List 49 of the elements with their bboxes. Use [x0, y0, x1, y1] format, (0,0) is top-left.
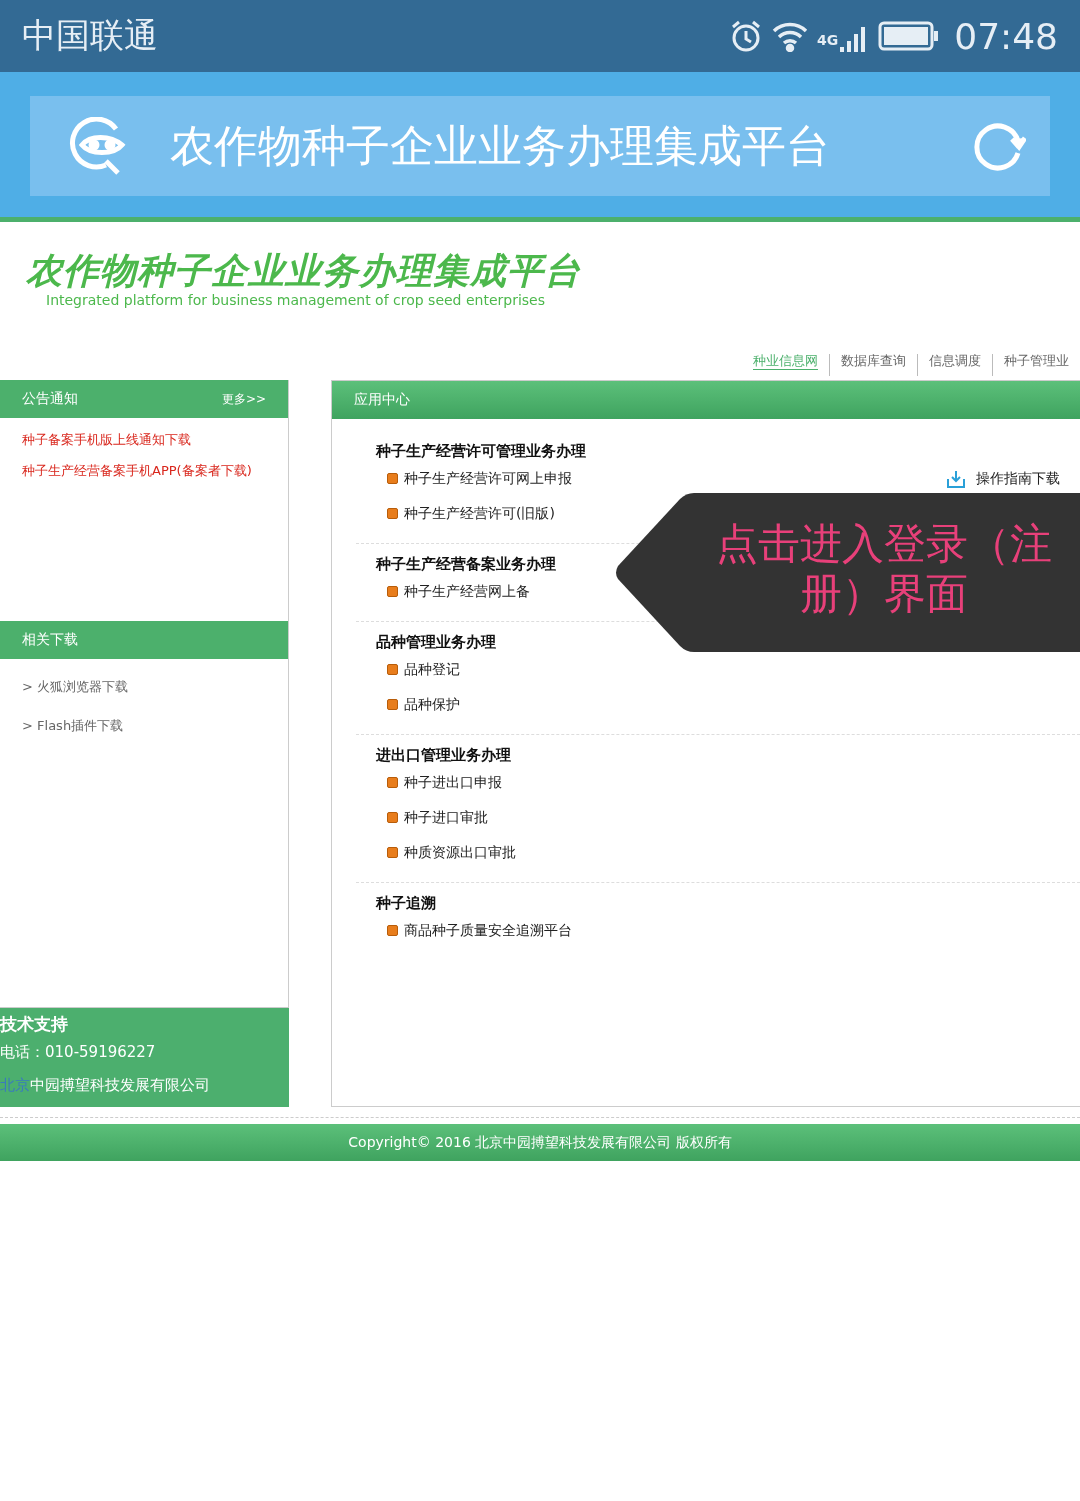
- nav-link[interactable]: 种子管理业: [992, 354, 1080, 376]
- panel-title: 应用中心: [332, 381, 1080, 419]
- notice-link[interactable]: 种子备案手机版上线通知下载: [22, 424, 266, 455]
- bullet-icon: [387, 699, 398, 710]
- logo-subtitle: Integrated platform for business management of crop seed enterprises: [46, 292, 547, 308]
- section-title: 进出口管理业务办理: [376, 745, 512, 765]
- alarm-icon: [729, 19, 763, 53]
- guide-download-link[interactable]: 操作指南下载: [946, 468, 1060, 489]
- download-link[interactable]: > Flash插件下载: [22, 706, 266, 745]
- app-title: 农作物种子企业业务办理集成平台: [170, 118, 831, 173]
- bullet-icon: [387, 925, 398, 936]
- service-link[interactable]: 商品种子质量安全追溯平台: [404, 921, 572, 940]
- carrier-name: 中国联通: [22, 14, 158, 57]
- bullet-icon: [387, 847, 398, 858]
- service-link[interactable]: 品种登记: [404, 660, 460, 679]
- nav-link[interactable]: 信息调度: [917, 354, 992, 376]
- service-link[interactable]: 种子生产经营网上备: [404, 582, 530, 601]
- panel-title: 公告通知: [22, 390, 78, 408]
- company-text: 北京中园搏望科技发展有限公司: [0, 1075, 211, 1096]
- notice-link[interactable]: 种子生产经营备案手机APP(备案者下载): [22, 455, 266, 486]
- clock: 07:48: [954, 15, 1058, 57]
- wifi-icon: [771, 20, 809, 52]
- download-icon: [946, 468, 966, 489]
- section-title: 种子生产经营备案业务办理: [376, 554, 557, 574]
- service-link[interactable]: 品种保护: [404, 695, 460, 714]
- download-link[interactable]: > 火狐浏览器下载: [22, 667, 266, 706]
- battery-icon: [878, 21, 941, 51]
- service-link[interactable]: 种子进出口申报: [404, 773, 502, 792]
- section-title: 品种管理业务办理: [376, 632, 497, 652]
- panel-title: 相关下载: [0, 621, 288, 659]
- logo-title: 农作物种子企业业务办理集成平台: [26, 250, 582, 292]
- copyright-text: Copyright© 2016 北京中园搏望科技发展有限公司 版权所有: [348, 1133, 732, 1152]
- phone-text: 电话：010-59196227: [0, 1042, 157, 1063]
- network-type: 4G: [817, 31, 839, 48]
- nav-link[interactable]: 数据库查询: [829, 354, 917, 376]
- bullet-icon: [387, 777, 398, 788]
- bullet-icon: [387, 812, 398, 823]
- section-title: 种子追溯: [376, 893, 437, 913]
- section-title: 种子生产经营许可管理业务办理: [376, 441, 587, 461]
- tooltip-text: 点击进入登录（注册）界面: [715, 519, 1053, 619]
- service-link[interactable]: 种质资源出口审批: [404, 843, 516, 862]
- service-link[interactable]: 种子进口审批: [404, 808, 488, 827]
- bullet-icon: [387, 473, 398, 484]
- service-link[interactable]: 种子生产经营许可(旧版): [404, 504, 555, 523]
- bullet-icon: [387, 586, 398, 597]
- support-title: 技术支持: [0, 1013, 69, 1036]
- bullet-icon: [387, 508, 398, 519]
- bullet-icon: [387, 664, 398, 675]
- service-link[interactable]: 种子生产经营许可网上申报: [404, 469, 572, 488]
